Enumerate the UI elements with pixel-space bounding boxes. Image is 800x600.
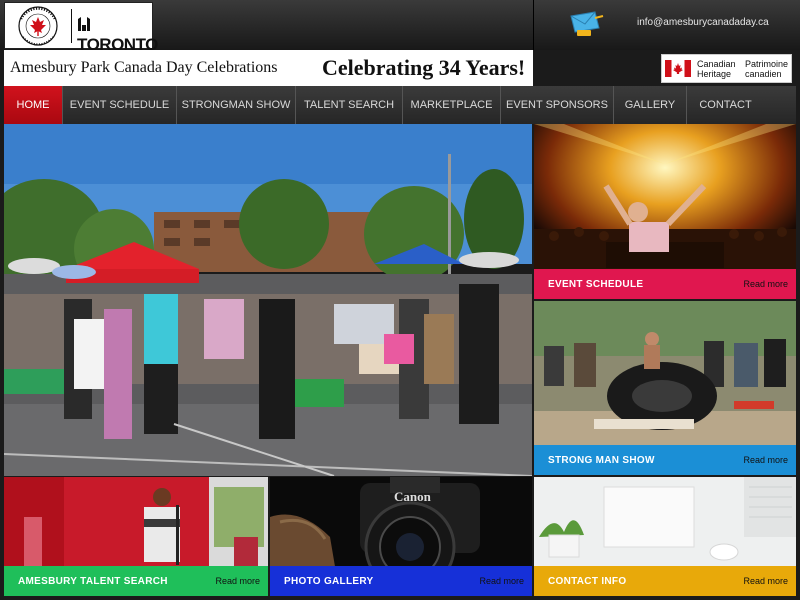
contact-info-panel[interactable]: CONTACT INFO Read more [534,477,796,596]
canada-flag-icon [665,60,691,77]
talent-search-title: AMESBURY TALENT SEARCH [18,575,168,587]
event-schedule-caption: EVENT SCHEDULE Read more [534,269,796,299]
banner-tagline: Celebrating 34 Years! [322,55,526,80]
logo-divider [71,9,72,43]
event-schedule-panel[interactable]: EVENT SCHEDULE Read more [534,124,796,299]
event-schedule-read-more[interactable]: Read more [743,279,788,289]
heritage-english: Canadian Heritage [697,59,736,79]
event-schedule-title: EVENT SCHEDULE [548,278,644,290]
nav-item-marketplace[interactable]: MARKETPLACE [403,86,501,124]
hero-marketplace-photo[interactable] [4,124,532,476]
photo-gallery-panel[interactable]: Canon PHOTO GALLERY Read more [270,477,532,596]
heritage-fr-line1: Patrimoine [745,59,789,69]
nav-item-strongman-show[interactable]: STRONGMAN SHOW [177,86,296,124]
nav-item-gallery[interactable]: GALLERY [614,86,687,124]
market-scene-image [4,124,532,476]
committee-seal-icon [18,6,58,46]
photo-gallery-caption: PHOTO GALLERY Read more [270,566,532,596]
main-nav: HOME EVENT SCHEDULE STRONGMAN SHOW TALEN… [4,86,796,124]
mail-icon[interactable] [565,6,605,38]
strongman-title: STRONG MAN SHOW [548,454,655,466]
talent-search-panel[interactable]: AMESBURY TALENT SEARCH Read more [4,477,268,596]
strongman-panel[interactable]: STRONG MAN SHOW Read more [534,301,796,475]
contact-info-title: CONTACT INFO [548,575,627,587]
nav-item-event-schedule[interactable]: EVENT SCHEDULE [63,86,177,124]
nav-item-event-sponsors[interactable]: EVENT SPONSORS [501,86,614,124]
contact-info-caption: CONTACT INFO Read more [534,566,796,596]
banner: Amesbury Park Canada Day Celebrations Ce… [4,50,533,86]
strongman-read-more[interactable]: Read more [743,455,788,465]
nav-item-talent-search[interactable]: TALENT SEARCH [296,86,403,124]
heritage-fr-line2: canadien [745,69,782,79]
camera-brand-label: Canon [394,489,431,504]
page: Toronto info@amesburycanadaday.ca Amesbu… [0,0,800,600]
strongman-caption: STRONG MAN SHOW Read more [534,445,796,475]
heritage-en-line1: Canadian [697,59,736,69]
photo-gallery-title: PHOTO GALLERY [284,575,374,587]
nav-item-home[interactable]: HOME [4,86,63,124]
banner-title: Amesbury Park Canada Day Celebrations [10,59,278,76]
contact-info-read-more[interactable]: Read more [743,576,788,586]
talent-search-caption: AMESBURY TALENT SEARCH Read more [4,566,268,596]
photo-gallery-read-more[interactable]: Read more [479,576,524,586]
heritage-en-line2: Heritage [697,69,732,79]
city-hall-icon [78,17,90,31]
toronto-wordmark: Toronto [77,15,158,55]
site-logo[interactable]: Toronto [4,2,158,54]
canadian-heritage-logo[interactable]: Canadian Heritage Patrimoine canadien [661,54,792,83]
heritage-french: Patrimoine canadien [745,59,788,79]
contact-email-link[interactable]: info@amesburycanadaday.ca [637,17,769,28]
nav-item-contact[interactable]: CONTACT [687,86,764,124]
talent-search-read-more[interactable]: Read more [215,576,260,586]
